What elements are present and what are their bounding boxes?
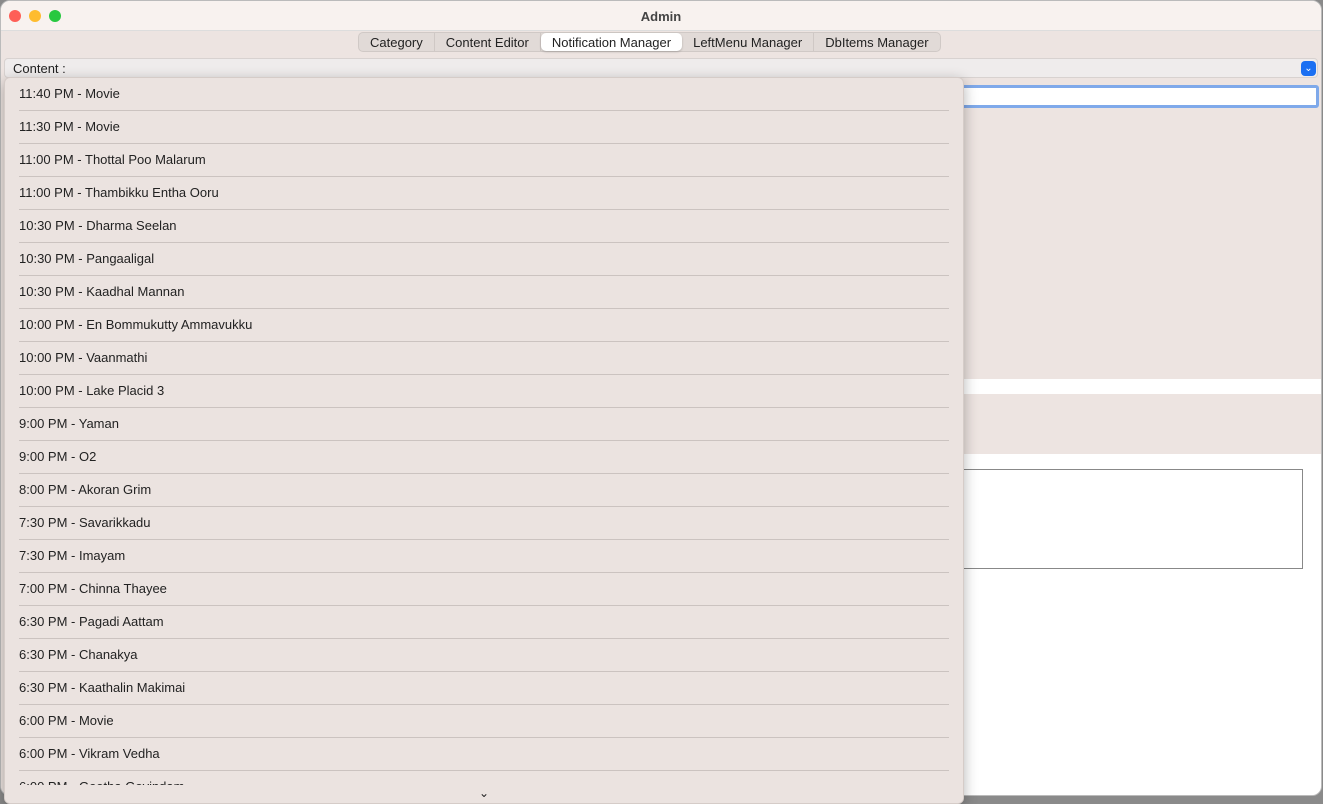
- dropdown-item[interactable]: 8:00 PM - Akoran Grim: [19, 474, 949, 507]
- dropdown-item[interactable]: 10:00 PM - Vaanmathi: [19, 342, 949, 375]
- dropdown-item[interactable]: 6:30 PM - Chanakya: [19, 639, 949, 672]
- dropdown-item[interactable]: 7:30 PM - Savarikkadu: [19, 507, 949, 540]
- divider: [901, 379, 1321, 394]
- tab-dbitems-manager[interactable]: DbItems Manager: [814, 33, 939, 51]
- dropdown-item[interactable]: 6:30 PM - Pagadi Aattam: [19, 606, 949, 639]
- content-label: Content :: [13, 61, 66, 76]
- tab-content-editor[interactable]: Content Editor: [435, 33, 541, 51]
- dropdown-item[interactable]: 6:00 PM - Movie: [19, 705, 949, 738]
- content-select[interactable]: Content : ⌄: [4, 58, 1318, 78]
- dropdown-item[interactable]: 7:30 PM - Imayam: [19, 540, 949, 573]
- tab-category[interactable]: Category: [359, 33, 435, 51]
- tab-bar: Category Content Editor Notification Man…: [358, 32, 941, 52]
- dropdown-item[interactable]: 10:00 PM - Lake Placid 3: [19, 375, 949, 408]
- dropdown-item[interactable]: 10:30 PM - Pangaaligal: [19, 243, 949, 276]
- title-bar: Admin: [1, 1, 1321, 31]
- tab-notification-manager[interactable]: Notification Manager: [540, 33, 683, 51]
- content-dropdown-list[interactable]: 11:40 PM - Movie 11:30 PM - Movie 11:00 PM…: [4, 77, 964, 804]
- dropdown-item[interactable]: 10:30 PM - Kaadhal Mannan: [19, 276, 949, 309]
- dropdown-item[interactable]: 11:30 PM - Movie: [19, 111, 949, 144]
- dropdown-item[interactable]: 6:30 PM - Kaathalin Makimai: [19, 672, 949, 705]
- lower-panel: [901, 454, 1321, 795]
- text-area[interactable]: [951, 469, 1303, 569]
- dropdown-item[interactable]: 7:00 PM - Chinna Thayee: [19, 573, 949, 606]
- dropdown-item[interactable]: 10:00 PM - En Bommukutty Ammavukku: [19, 309, 949, 342]
- tab-leftmenu-manager[interactable]: LeftMenu Manager: [682, 33, 815, 51]
- chevron-down-icon[interactable]: ⌄: [1301, 61, 1316, 76]
- dropdown-item[interactable]: 9:00 PM - Yaman: [19, 408, 949, 441]
- dropdown-item[interactable]: 11:00 PM - Thottal Poo Malarum: [19, 144, 949, 177]
- dropdown-item[interactable]: 9:00 PM - O2: [19, 441, 949, 474]
- dropdown-item[interactable]: 11:40 PM - Movie: [19, 78, 949, 111]
- chevron-down-icon[interactable]: ⌄: [5, 785, 963, 803]
- dropdown-item[interactable]: 10:30 PM - Dharma Seelan: [19, 210, 949, 243]
- dropdown-item[interactable]: 11:00 PM - Thambikku Entha Ooru: [19, 177, 949, 210]
- dropdown-item[interactable]: 6:00 PM - Vikram Vedha: [19, 738, 949, 771]
- window-title: Admin: [640, 9, 682, 24]
